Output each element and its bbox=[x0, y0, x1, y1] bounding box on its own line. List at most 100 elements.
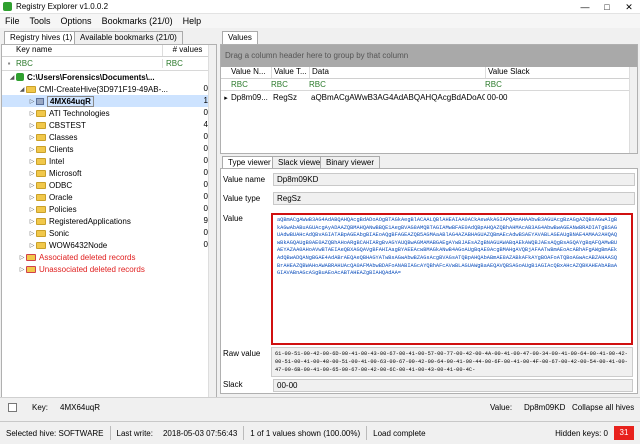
folder-icon bbox=[36, 181, 46, 189]
value-type-cell[interactable]: RegSz bbox=[271, 93, 309, 102]
expander-icon[interactable]: ▷ bbox=[28, 218, 36, 225]
col-value-type[interactable]: Value T... bbox=[271, 67, 309, 78]
maximize-icon[interactable]: □ bbox=[596, 0, 618, 14]
expander-icon[interactable]: ▷ bbox=[28, 134, 36, 141]
tree-row[interactable]: ▷ Policies 0 bbox=[2, 203, 216, 215]
tab-values[interactable]: Values bbox=[222, 31, 258, 44]
col-value-slack[interactable]: Value Slack bbox=[485, 67, 530, 78]
col-values-count[interactable]: # values bbox=[162, 45, 212, 56]
tree-row[interactable]: ▷ 4MX64uqR 1 bbox=[2, 95, 216, 107]
tree-row[interactable]: ▷ CBSTEST 4 bbox=[2, 119, 216, 131]
expander-icon[interactable]: ▷ bbox=[28, 98, 36, 105]
expander-icon[interactable]: ◢ bbox=[18, 86, 26, 93]
hidden-keys-status: Hidden keys: 0 bbox=[555, 428, 608, 438]
value-type-field[interactable]: RegSz bbox=[273, 192, 635, 205]
collapse-all-hives-button[interactable]: Collapse all hives bbox=[572, 403, 634, 412]
filter-icon[interactable]: RBC bbox=[309, 80, 485, 89]
value-name-field[interactable]: Dp8m09KD bbox=[273, 173, 635, 186]
expander-icon[interactable]: ◢ bbox=[8, 74, 16, 81]
col-data[interactable]: Data bbox=[309, 67, 485, 78]
tab-available-bookmarks[interactable]: Available bookmarks (21/0) bbox=[74, 31, 183, 44]
value-label: Value bbox=[223, 214, 243, 223]
menu-bookmarks[interactable]: Bookmarks (21/0) bbox=[97, 16, 178, 26]
expander-icon[interactable]: ▷ bbox=[28, 122, 36, 129]
expander-icon[interactable]: ▷ bbox=[28, 110, 36, 117]
menu-file[interactable]: File bbox=[0, 16, 25, 26]
tree-row-label: Classes bbox=[49, 132, 78, 142]
expander-icon[interactable]: ▷ bbox=[28, 146, 36, 153]
slack-field[interactable]: 00-00 bbox=[273, 379, 633, 392]
expander-icon[interactable]: ▷ bbox=[28, 242, 36, 249]
folder-icon bbox=[26, 85, 36, 93]
tree-row[interactable]: ▷ Unassociated deleted records bbox=[2, 263, 216, 275]
values-scrollbar[interactable] bbox=[629, 67, 637, 153]
value-label-bottom: Value: bbox=[490, 403, 513, 412]
checkbox-icon[interactable] bbox=[8, 403, 17, 412]
tree-row[interactable]: ▷ RegisteredApplications 9 bbox=[2, 215, 216, 227]
deleted-folder-icon bbox=[26, 253, 36, 261]
menu-tools[interactable]: Tools bbox=[25, 16, 56, 26]
tree-row[interactable]: ▷ Clients 0 bbox=[2, 143, 216, 155]
filter-icon[interactable]: RBC bbox=[485, 80, 502, 89]
tree-row-label: Associated deleted records bbox=[39, 252, 136, 262]
tree-row[interactable]: ▷ Microsoft 0 bbox=[2, 167, 216, 179]
expander-icon[interactable]: ▷ bbox=[28, 158, 36, 165]
tree-row[interactable]: ◢ C:\Users\Forensics\Documents\... bbox=[2, 71, 216, 83]
tree-row[interactable]: ▷ Associated deleted records bbox=[2, 251, 216, 263]
tree-scrollbar[interactable] bbox=[208, 45, 216, 413]
folder-icon bbox=[36, 217, 46, 225]
folder-icon bbox=[36, 229, 46, 237]
expander-icon[interactable]: ▷ bbox=[28, 170, 36, 177]
expander-icon[interactable]: ▷ bbox=[28, 206, 36, 213]
filter-icon[interactable]: RBC bbox=[16, 59, 162, 68]
folder-icon bbox=[36, 157, 46, 165]
tree-filter-row[interactable]: ▪ RBC RBC bbox=[2, 57, 216, 71]
filter-icon[interactable]: RBC bbox=[162, 59, 183, 68]
tree-row[interactable]: ▷ Intel 0 bbox=[2, 155, 216, 167]
value-name-cell[interactable]: Dp8m09... bbox=[231, 93, 271, 102]
col-value-name[interactable]: Value N... bbox=[231, 67, 271, 78]
expander-icon[interactable]: ▷ bbox=[28, 194, 36, 201]
menu-help[interactable]: Help bbox=[178, 16, 207, 26]
tree-row[interactable]: ◢ CMI-CreateHive{3D971F19-49AB-... 0 bbox=[2, 83, 216, 95]
expander-icon[interactable]: ▷ bbox=[18, 266, 26, 273]
tree-row[interactable]: ▷ Sonic 0 bbox=[2, 227, 216, 239]
tree-row-label: Sonic bbox=[49, 228, 70, 238]
tree-row-label: CMI-CreateHive{3D971F19-49AB-... bbox=[39, 84, 168, 94]
key-label: Key: bbox=[32, 403, 49, 412]
minimize-icon[interactable]: — bbox=[574, 0, 596, 14]
filter-icon[interactable]: RBC bbox=[271, 80, 309, 89]
window-title: Registry Explorer v1.0.0.2 bbox=[16, 2, 109, 11]
value-value-bottom: Dp8m09KD bbox=[524, 403, 566, 412]
group-by-area[interactable]: Drag a column header here to group by th… bbox=[221, 45, 637, 67]
tree-row-label: 4MX64uqR bbox=[47, 95, 94, 107]
values-shown-status: 1 of 1 values shown (100.00%) bbox=[250, 428, 361, 438]
menu-options[interactable]: Options bbox=[56, 16, 97, 26]
values-row[interactable]: ▸ Dp8m09... RegSz aQBmACgAWwB3AG4AdABQAH… bbox=[221, 91, 637, 104]
values-filter-row[interactable]: RBC RBC RBC RBC bbox=[221, 79, 637, 91]
tree-row-label: WOW6432Node bbox=[49, 240, 108, 250]
raw-value-area[interactable]: 61-00-51-00-42-00-6D-00-41-00-43-00-67-0… bbox=[271, 347, 633, 377]
value-data-cell[interactable]: aQBmACgAWwB3AG4AdABQAHQAcgBdADoAO... bbox=[309, 93, 485, 102]
expander-icon[interactable]: ▷ bbox=[28, 230, 36, 237]
tab-registry-hives[interactable]: Registry hives (1) bbox=[4, 31, 79, 44]
load-status: Load complete bbox=[373, 428, 426, 438]
last-write-label: Last write: bbox=[116, 428, 153, 438]
value-slack-cell[interactable]: 00-00 bbox=[485, 93, 507, 102]
tree-row-label: Oracle bbox=[49, 192, 73, 202]
close-icon[interactable]: ✕ bbox=[618, 0, 640, 14]
raw-value-label: Raw value bbox=[223, 349, 261, 358]
tree-row[interactable]: ▷ Classes 0 bbox=[2, 131, 216, 143]
tree-row[interactable]: ▷ ATI Technologies 0 bbox=[2, 107, 216, 119]
key-icon bbox=[36, 97, 44, 105]
tree-row[interactable]: ▷ WOW6432Node 0 bbox=[2, 239, 216, 251]
expander-icon[interactable]: ▷ bbox=[28, 182, 36, 189]
selection-bar: Key: 4MX64uqR Value: Dp8m09KD Collapse a… bbox=[0, 397, 640, 417]
hidden-keys-indicator[interactable]: 31 bbox=[614, 426, 634, 440]
value-text-area[interactable]: aQBmACgAWwB3AG4AdABQAHQAcgBdADoAOgBTAGkA… bbox=[271, 213, 633, 345]
expander-icon[interactable]: ▷ bbox=[18, 254, 26, 261]
tree-row[interactable]: ▷ Oracle 0 bbox=[2, 191, 216, 203]
tree-row[interactable]: ▷ ODBC 0 bbox=[2, 179, 216, 191]
col-key-name[interactable]: Key name bbox=[2, 45, 162, 56]
filter-icon[interactable]: RBC bbox=[231, 80, 271, 89]
